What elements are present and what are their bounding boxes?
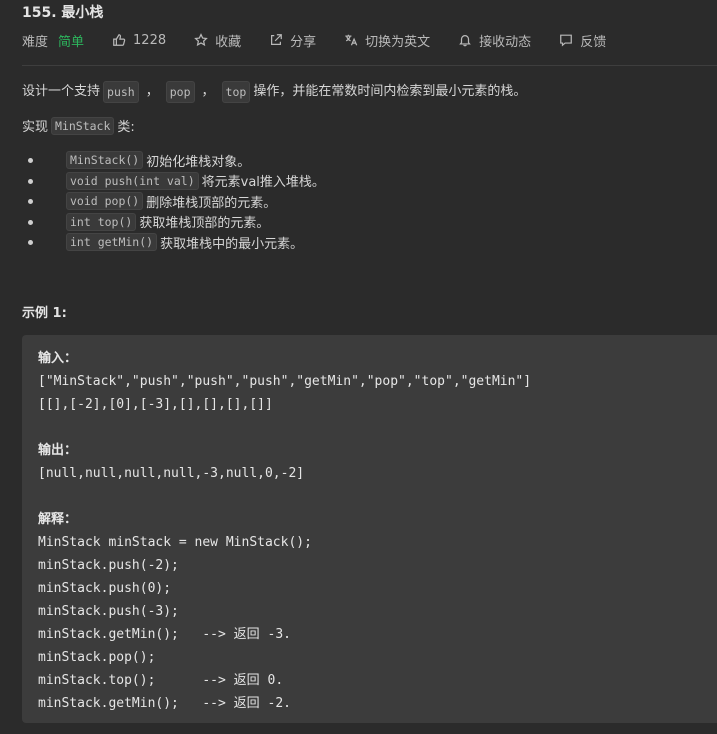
inline-code-push: push [103, 81, 139, 103]
favorite-button[interactable]: 收藏 [194, 31, 241, 50]
code-line: MinStack minStack = new MinStack(); [38, 535, 312, 550]
like-button[interactable]: 1228 [112, 33, 166, 48]
share-icon [271, 34, 283, 45]
list-item: int top() 获取堆栈顶部的元素。 [28, 212, 325, 233]
difficulty-badge: 简单 [58, 34, 85, 50]
feedback-label: 反馈 [580, 34, 607, 50]
method-description: 获取堆栈中的最小元素。 [160, 236, 304, 252]
output-label: 输出： [38, 443, 78, 458]
list-item: void push(int val) 将元素val推入堆栈。 [28, 171, 325, 192]
like-count: 1228 [133, 32, 167, 48]
subscribe-label: 接收动态 [479, 34, 532, 50]
share-button[interactable]: 分享 [269, 31, 316, 50]
feedback-button[interactable]: 反馈 [559, 31, 606, 50]
code-line: minStack.push(-2); [38, 558, 179, 573]
method-description: 将元素val推入堆栈。 [201, 175, 325, 191]
header-divider [22, 65, 717, 66]
description-comma: ， [145, 84, 159, 99]
star-icon [194, 33, 208, 47]
implement-instruction: 实现 MinStack 类: [22, 116, 135, 135]
problem-meta-bar: 难度 简单 1228 收藏 分享 切换为英文 接收动态 反馈 [22, 30, 634, 50]
output-line: [null,null,null,null,-3,null,0,-2] [38, 466, 305, 481]
share-label: 分享 [290, 34, 317, 50]
subscribe-button[interactable]: 接收动态 [458, 31, 531, 50]
method-list: MinStack() 初始化堆栈对象。 void push(int val) 将… [28, 150, 325, 253]
list-item: MinStack() 初始化堆栈对象。 [28, 150, 325, 171]
description-text: 操作，并能在常数时间内检索到最小元素的栈。 [253, 84, 527, 99]
method-signature: void pop() [66, 192, 144, 211]
switch-language-label: 切换为英文 [365, 34, 431, 50]
problem-title: 155. 最小栈 [22, 5, 104, 21]
method-signature: MinStack() [66, 151, 144, 170]
thumbs-up-icon [113, 34, 126, 46]
inline-code-minstack: MinStack [51, 116, 115, 135]
description-comma: ， [201, 84, 215, 99]
feedback-icon [560, 34, 573, 47]
code-line: minStack.top(); --> 返回 0. [38, 673, 284, 688]
method-description: 获取堆栈顶部的元素。 [139, 216, 270, 232]
code-line: minStack.push(-3); [38, 604, 179, 619]
inline-code-top: top [221, 81, 251, 103]
translate-icon [345, 34, 358, 46]
difficulty-label: 难度 [22, 34, 49, 50]
code-line: minStack.getMin(); --> 返回 -3. [38, 627, 291, 642]
code-line: minStack.pop(); [38, 650, 156, 665]
example-code-block: 输入： ["MinStack","push","push","push","ge… [22, 335, 717, 723]
inline-code-pop: pop [165, 81, 195, 103]
method-signature: int top() [66, 212, 137, 231]
input-line: [[],[-2],[0],[-3],[],[],[],[]] [38, 397, 273, 412]
code-line: minStack.getMin(); --> 返回 -2. [38, 696, 291, 711]
code-line: minStack.push(0); [38, 581, 172, 596]
example-title: 示例 1: [22, 306, 67, 321]
list-item: void pop() 删除堆栈顶部的元素。 [28, 191, 325, 212]
favorite-label: 收藏 [215, 34, 242, 50]
bell-icon [459, 35, 471, 47]
method-signature: int getMin() [66, 233, 158, 252]
input-label: 输入： [38, 351, 78, 366]
description-text: 设计一个支持 [22, 84, 101, 99]
method-description: 初始化堆栈对象。 [146, 154, 251, 170]
list-item: int getMin() 获取堆栈中的最小元素。 [28, 232, 325, 253]
explanation-label: 解释： [38, 512, 78, 527]
implement-text: 类: [117, 120, 135, 135]
implement-text: 实现 [22, 120, 49, 135]
input-line: ["MinStack","push","push","push","getMin… [38, 374, 532, 389]
method-description: 删除堆栈顶部的元素。 [146, 195, 277, 211]
method-signature: void push(int val) [66, 171, 199, 190]
problem-description: 设计一个支持 push ， pop ， top 操作，并能在常数时间内检索到最小… [22, 81, 526, 103]
switch-language-button[interactable]: 切换为英文 [344, 31, 430, 50]
